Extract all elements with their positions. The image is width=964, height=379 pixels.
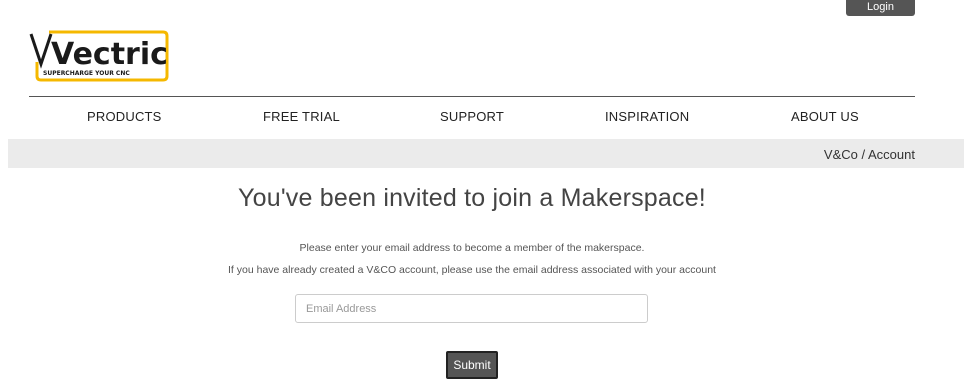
email-input[interactable] [295, 294, 648, 323]
instruction-text: Please enter your email address to becom… [299, 242, 645, 254]
login-button[interactable]: Login [846, 0, 915, 16]
vectric-logo[interactable]: Vectric SUPERCHARGE YOUR CNC [29, 28, 169, 84]
account-note-text: If you have already created a V&CO accou… [228, 264, 716, 276]
nav-item-free-trial[interactable]: FREE TRIAL [263, 109, 340, 124]
nav-item-products[interactable]: PRODUCTS [87, 109, 162, 124]
main-nav: PRODUCTS FREE TRIAL SUPPORT INSPIRATION … [29, 97, 915, 138]
nav-item-support[interactable]: SUPPORT [440, 109, 504, 124]
page-title: You've been invited to join a Makerspace… [238, 184, 706, 212]
breadcrumb-bar: V&Co / Account [8, 139, 964, 168]
logo-tagline: SUPERCHARGE YOUR CNC [43, 70, 130, 77]
logo-wordmark: Vectric [51, 37, 168, 72]
breadcrumb: V&Co / Account [824, 147, 915, 162]
nav-item-inspiration[interactable]: INSPIRATION [605, 109, 689, 124]
breadcrumb-separator: / [857, 147, 869, 162]
nav-item-about-us[interactable]: ABOUT US [791, 109, 859, 124]
breadcrumb-account[interactable]: Account [868, 147, 915, 162]
breadcrumb-vco[interactable]: V&Co [824, 147, 858, 162]
submit-button[interactable]: Submit [446, 351, 498, 379]
